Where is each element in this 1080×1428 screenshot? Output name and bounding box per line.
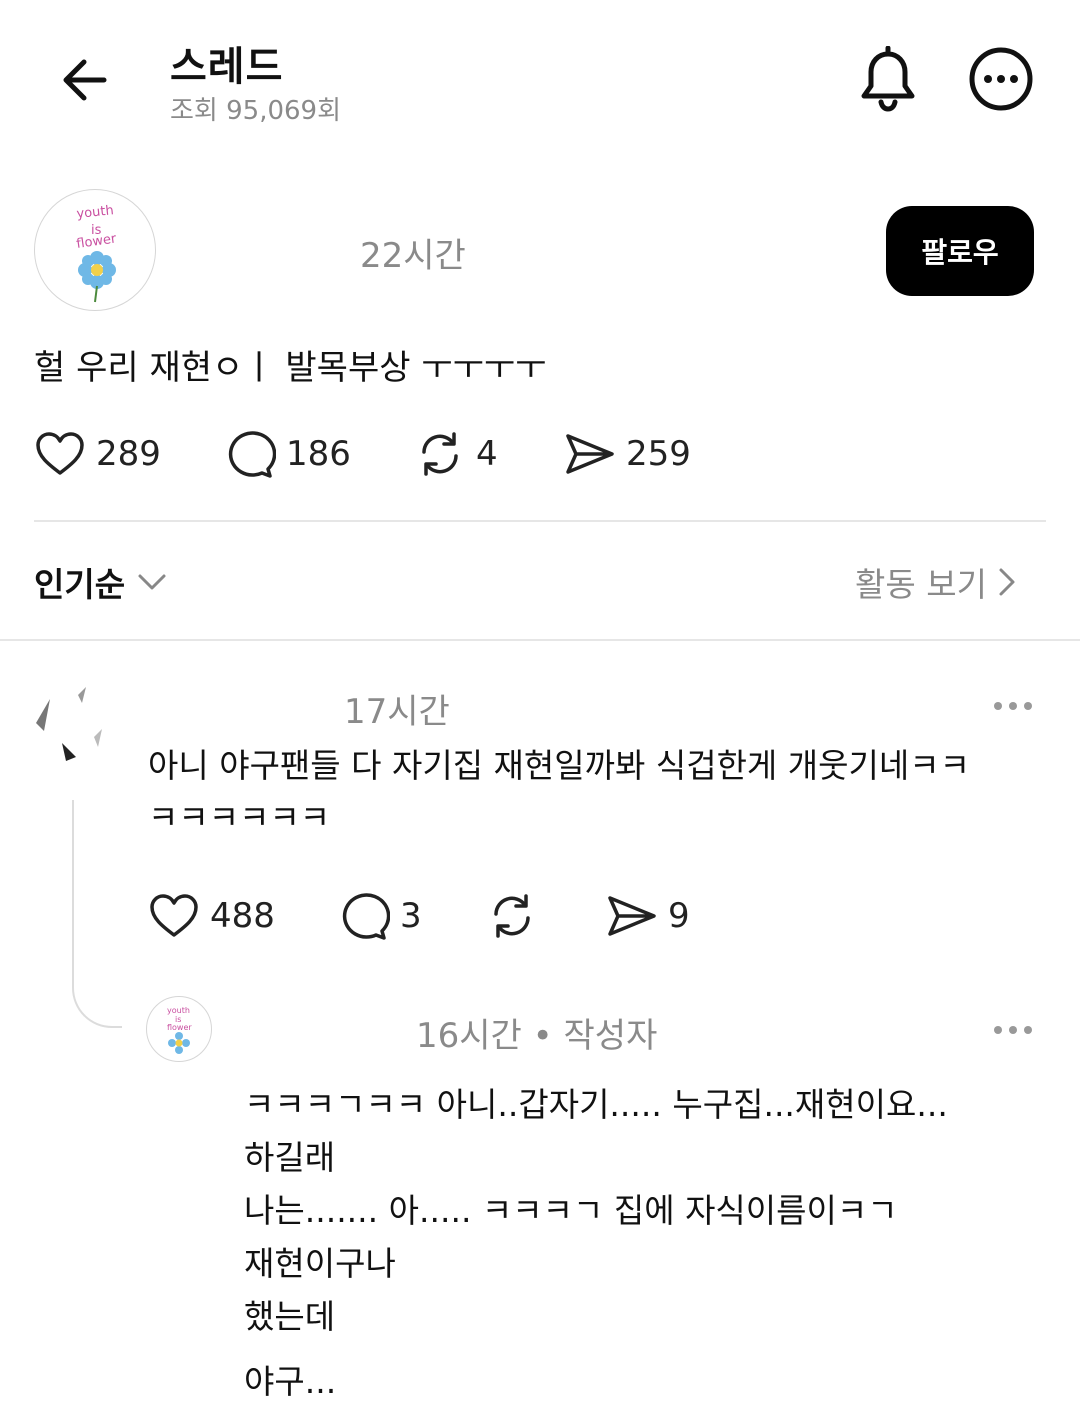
- reply-line: 야구...: [244, 1362, 337, 1401]
- reply-more-icon[interactable]: [994, 1026, 1032, 1034]
- share-count: 259: [626, 434, 691, 474]
- comment-text: 아니 야구팬들 다 자기집 재현일까봐 식겁한게 개웃기네ㅋㅋ ㅋㅋㅋㅋㅋㅋ: [148, 740, 970, 844]
- share-button[interactable]: 259: [564, 428, 691, 480]
- comment-like-count: 488: [210, 896, 275, 936]
- svg-text:flower: flower: [167, 1023, 192, 1032]
- comment-more-icon[interactable]: [994, 702, 1032, 710]
- divider: [34, 520, 1046, 522]
- repost-count: 4: [476, 434, 498, 474]
- repost-button[interactable]: 4: [414, 428, 498, 480]
- more-options-icon[interactable]: [968, 46, 1034, 112]
- page-title: 스레드: [170, 44, 284, 90]
- chevron-right-icon: [997, 566, 1017, 598]
- comment-reply-count: 3: [400, 896, 422, 936]
- comment-bubble-icon: [338, 890, 390, 942]
- like-button[interactable]: 289: [34, 428, 161, 480]
- view-activity-label: 활동 보기: [855, 565, 987, 604]
- back-arrow-icon[interactable]: [56, 50, 116, 110]
- comment-repost-button[interactable]: [486, 890, 538, 942]
- repost-icon: [414, 428, 466, 480]
- post-text: 헐 우리 재현ㅇㅣ 발목부상 ㅜㅜㅜㅜ: [34, 348, 547, 388]
- heart-icon: [148, 890, 200, 942]
- reply-line: 했는데: [244, 1297, 336, 1336]
- reply-author-avatar[interactable]: youth is flower: [146, 996, 212, 1062]
- comment-reply-button[interactable]: 3: [338, 890, 422, 942]
- repost-icon: [486, 890, 538, 942]
- svg-text:youth: youth: [167, 1006, 190, 1015]
- post-time: 22시간: [360, 236, 466, 276]
- svg-text:flower: flower: [75, 231, 117, 252]
- reply-meta: 16시간 • 작성자: [416, 1008, 657, 1057]
- divider: [0, 639, 1080, 641]
- comment-button[interactable]: 186: [224, 428, 351, 480]
- author-avatar[interactable]: youth is flower: [34, 189, 156, 311]
- reply-line: 하길래: [244, 1138, 336, 1177]
- like-count: 289: [96, 434, 161, 474]
- svg-text:youth: youth: [76, 203, 115, 222]
- comment-line: ㅋㅋㅋㅋㅋㅋ: [148, 798, 331, 837]
- comment-like-button[interactable]: 488: [148, 890, 275, 942]
- comment-share-button[interactable]: 9: [606, 890, 690, 942]
- thread-connector-line: [72, 800, 122, 1028]
- view-count: 조회 95,069회: [170, 96, 341, 126]
- reply-line: 나는....... 아..... ㅋㅋㅋㄱ 집에 자식이름이ㅋㄱ: [244, 1191, 898, 1230]
- view-activity-link[interactable]: 활동 보기: [855, 558, 1017, 606]
- heart-icon: [34, 428, 86, 480]
- comment-line: 아니 야구팬들 다 자기집 재현일까봐 식겁한게 개웃기네ㅋㅋ: [148, 746, 970, 785]
- sort-dropdown[interactable]: 인기순: [34, 558, 167, 606]
- reply-text: ㅋㅋㅋㄱㅋㅋ 아니..갑자기..... 누구집...재현이요... 하길래 나는…: [244, 1078, 948, 1408]
- bell-icon[interactable]: [856, 46, 920, 114]
- comment-time: 17시간: [344, 692, 450, 732]
- reply-line: 재현이구나: [244, 1244, 396, 1283]
- comment-bubble-icon: [224, 428, 276, 480]
- author-badge: • 작성자: [532, 1016, 658, 1056]
- follow-button[interactable]: 팔로우: [886, 206, 1034, 296]
- send-icon: [564, 428, 616, 480]
- comment-share-count: 9: [668, 896, 690, 936]
- reply-line: ㅋㅋㅋㄱㅋㅋ 아니..갑자기..... 누구집...재현이요...: [244, 1085, 948, 1124]
- chevron-down-icon: [137, 572, 167, 592]
- commenter-avatar[interactable]: [32, 683, 114, 765]
- send-icon: [606, 890, 658, 942]
- comment-count: 186: [286, 434, 351, 474]
- reply-time: 16시간: [416, 1016, 522, 1056]
- sort-label: 인기순: [34, 565, 126, 604]
